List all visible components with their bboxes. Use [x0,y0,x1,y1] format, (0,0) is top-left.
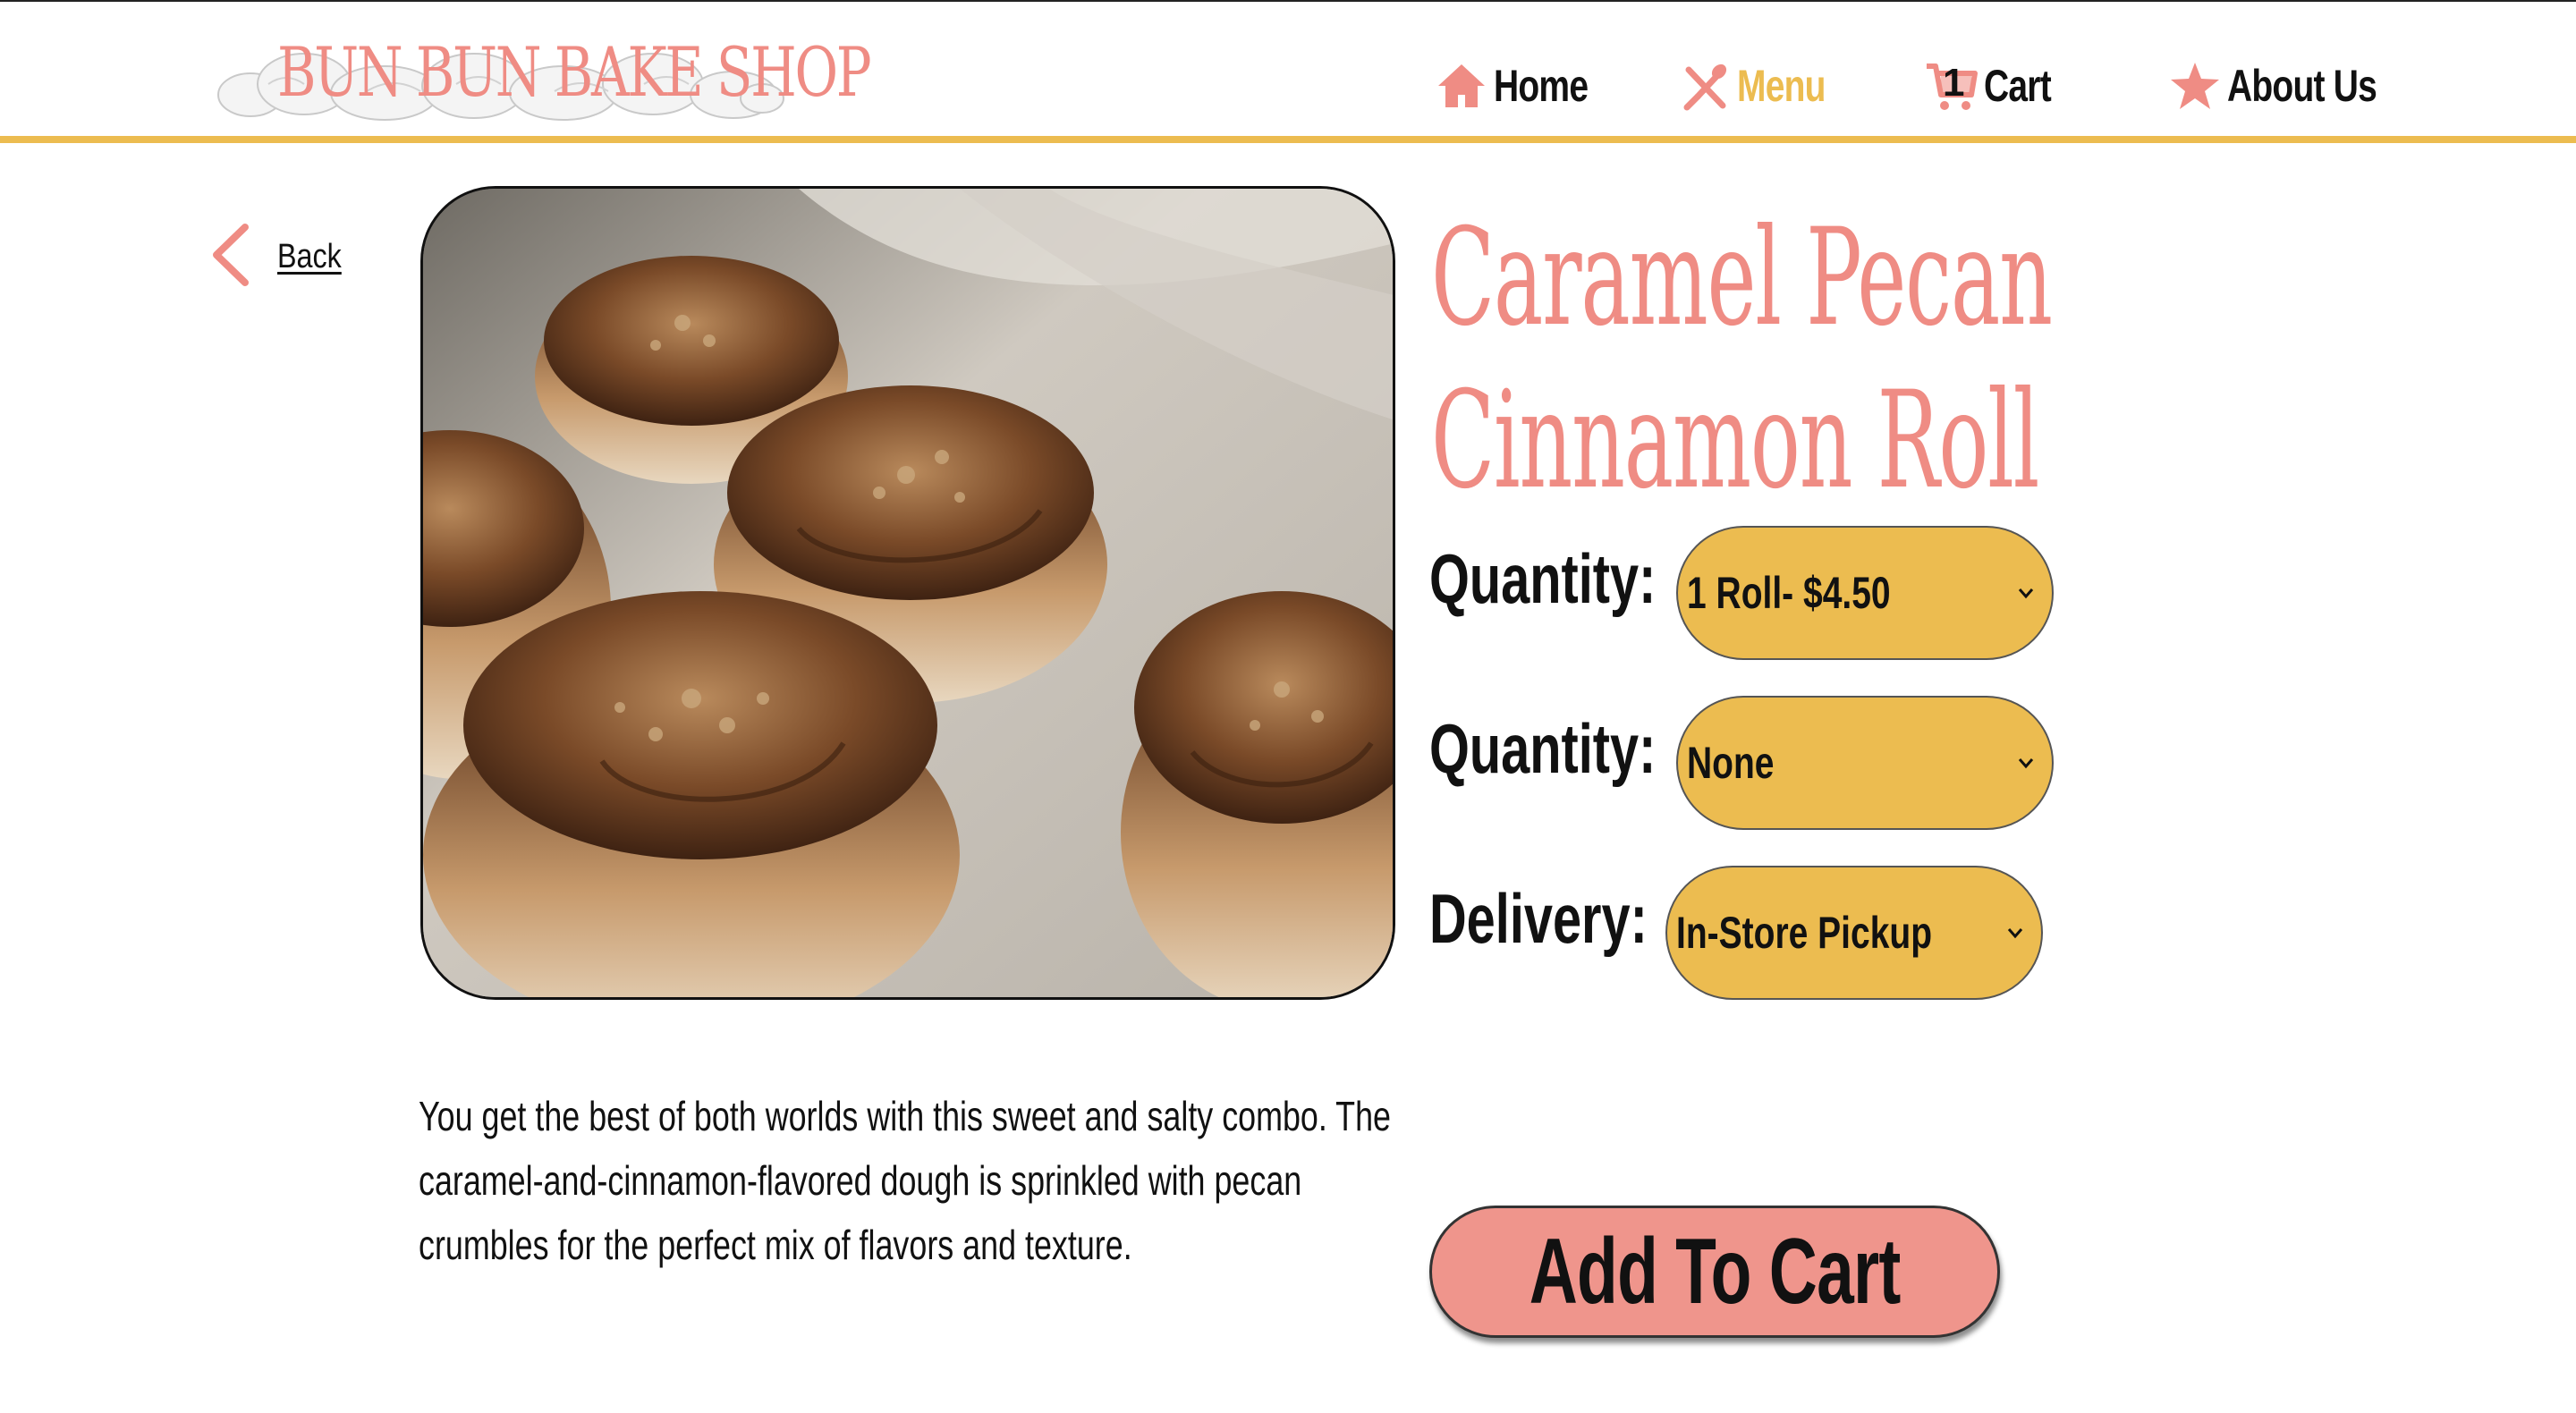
delivery-select-value: In-Store Pickup [1676,908,1933,958]
nav-home[interactable]: Home [1435,54,1614,118]
star-icon [2168,59,2222,113]
quantity-select-2-value: None [1687,738,1775,788]
chevron-left-icon [211,224,250,291]
add-to-cart-label: Add To Cart [1529,1219,1902,1324]
product-title-line-2: Cinnamon Roll [1431,363,2039,519]
nav-menu[interactable]: Menu [1678,54,1851,118]
chevron-down-icon [2007,928,2023,939]
logo-text: BUN BUN BAKE SHOP [277,32,872,112]
quantity-select-2[interactable]: None [1676,696,2054,830]
product-description-text: You get the best of both worlds with thi… [419,1093,1392,1268]
logo[interactable]: BUN BUN BAKE SHOP [215,21,872,129]
nav-home-label: Home [1494,61,1589,111]
house-icon [1435,59,1488,113]
nav-menu-label: Menu [1737,61,1826,111]
nav-about-label: About Us [2227,61,2377,111]
nav-cart-label: Cart [1984,61,2052,111]
delivery-select[interactable]: In-Store Pickup [1665,866,2043,1000]
quantity-label: Quantity: [1429,539,1657,618]
cart-icon: 1 [1925,59,1979,113]
quantity-select[interactable]: 1 Roll- $4.50 [1676,526,2054,660]
quantity-label-2: Quantity: [1429,709,1657,788]
product-title: Caramel Pecan Cinnamon Roll [1431,197,2147,522]
back-link[interactable]: Back [211,224,352,291]
chevron-down-icon [2018,588,2034,599]
header-divider [0,136,2576,143]
fork-knife-icon [1678,59,1732,113]
chevron-down-icon [2018,758,2034,769]
nav-cart[interactable]: 1 Cart [1925,54,2070,118]
nav-about[interactable]: About Us [2168,54,2419,118]
cart-count-badge: 1 [1943,61,1965,105]
add-to-cart-button[interactable]: Add To Cart [1429,1206,2000,1338]
product-title-line-1: Caramel Pecan [1431,200,2053,356]
site-header: BUN BUN BAKE SHOP Home Menu 1 Cart About… [0,2,2576,143]
back-label: Back [277,238,342,275]
quantity-select-value: 1 Roll- $4.50 [1687,568,1891,618]
product-image [420,186,1395,1000]
product-description: You get the best of both worlds with thi… [419,1084,1411,1277]
delivery-label: Delivery: [1429,879,1648,958]
